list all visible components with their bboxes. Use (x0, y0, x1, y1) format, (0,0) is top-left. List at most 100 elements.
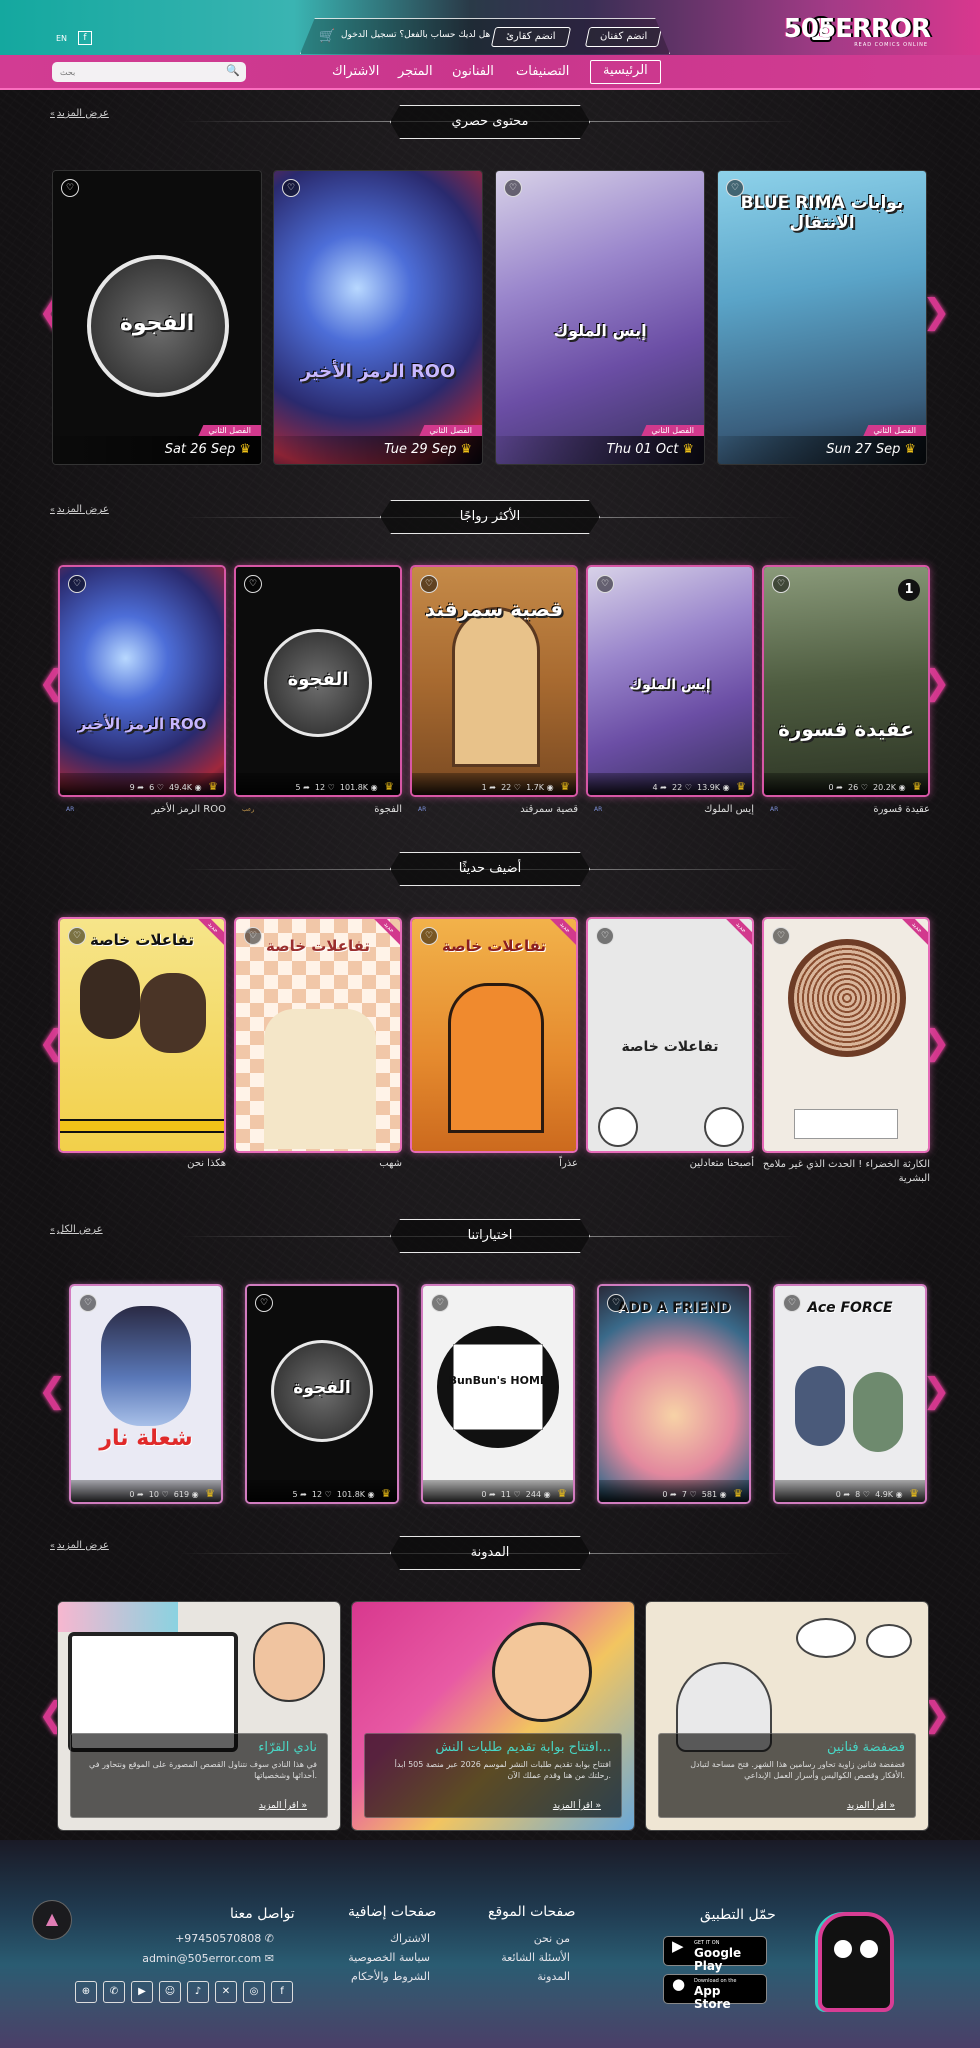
recent-card[interactable]: تفاعلات خاصة ♡ جديد (586, 917, 754, 1153)
nav-home[interactable]: الرئيسية (590, 60, 661, 84)
cart-icon[interactable]: 🛒 (319, 29, 335, 44)
search-icon[interactable]: 🔍 (226, 64, 240, 77)
facebook-icon[interactable]: f (78, 31, 92, 45)
more-link-picks[interactable]: «عرض الكل (50, 1224, 103, 1235)
website-icon[interactable]: ⊕ (75, 1981, 97, 2003)
heart-icon[interactable]: ♡ (68, 575, 86, 593)
heart-icon[interactable]: ♡ (607, 1294, 625, 1312)
card-title[interactable]: الرمز الأخير ROO (58, 804, 226, 815)
heart-icon[interactable]: ♡ (255, 1294, 273, 1312)
heart-icon[interactable]: ♡ (504, 179, 522, 197)
whatsapp-icon[interactable]: ✆ (103, 1981, 125, 2003)
heart-icon[interactable]: ♡ (420, 575, 438, 593)
recent-card[interactable]: ♡ جديد (762, 917, 930, 1153)
heart-icon[interactable]: ♡ (282, 179, 300, 197)
card-title[interactable]: الفجوة (234, 804, 402, 815)
tiktok-icon[interactable]: ♪ (187, 1981, 209, 2003)
blog-overlay: افتتاح بوابة تقديم طلبات النش... افتتاح … (364, 1733, 622, 1818)
card-title[interactable]: عذراً (410, 1158, 578, 1169)
exclusive-card[interactable]: إيس الملوك ♡ الفصل الثاني Thu 01 Oct ♛ (495, 170, 705, 465)
heart-icon[interactable]: ♡ (431, 1294, 449, 1312)
heart-icon[interactable]: ♡ (79, 1294, 97, 1312)
blog-title: نادي القرّاء (258, 1740, 317, 1755)
pick-card[interactable]: الفجوة ♡ 5 ➦ 12 ♡ 101.8K ◉ ♛ (245, 1284, 399, 1504)
card-title[interactable]: أصبحنا متعادلين (586, 1158, 754, 1169)
footer-link-blog[interactable]: المدونة (500, 1970, 570, 1983)
popular-card[interactable]: الرمز الأخير ROO ♡ 9 ➦ 6 ♡ 49.4K ◉ ♛ (58, 565, 226, 797)
heart-icon[interactable]: ♡ (420, 927, 438, 945)
crown-icon: ♛ (733, 1487, 743, 1500)
scroll-top-button[interactable]: ▲ (32, 1900, 72, 1940)
pick-card[interactable]: شعلة نار ♡ 0 ➦ 10 ♡ 619 ◉ ♛ (69, 1284, 223, 1504)
snapchat-icon[interactable]: ☺ (159, 1981, 181, 2003)
login-link[interactable]: هل لديك حساب بالفعل؟ تسجيل الدخول (341, 30, 490, 40)
read-more-link[interactable]: اقرأ المزيد » (847, 1801, 905, 1811)
x-twitter-icon[interactable]: ✕ (215, 1981, 237, 2003)
search-input[interactable] (52, 62, 246, 82)
nav-categories[interactable]: التصنيفات (516, 64, 569, 79)
language-toggle[interactable]: EN (56, 34, 67, 43)
recent-card[interactable]: تفاعلات خاصة ♡ جديد (410, 917, 578, 1153)
pick-card[interactable]: Ace FORCE ♡ 0 ➦ 8 ♡ 4.9K ◉ ♛ (773, 1284, 927, 1504)
more-link-blog[interactable]: «عرض المزيد (50, 1540, 109, 1551)
footer-link-subscription[interactable]: الاشتراك (340, 1932, 430, 1945)
read-more-link[interactable]: اقرأ المزيد » (259, 1801, 317, 1811)
heart-icon[interactable]: ♡ (772, 927, 790, 945)
heart-icon[interactable]: ♡ (783, 1294, 801, 1312)
read-more-link[interactable]: اقرأ المزيد » (553, 1801, 611, 1811)
footer-logo[interactable] (818, 1912, 894, 2012)
heart-icon[interactable]: ♡ (68, 927, 86, 945)
recent-card[interactable]: تفاعلات خاصة ♡ جديد (234, 917, 402, 1153)
instagram-icon[interactable]: ◎ (243, 1981, 265, 2003)
cover-title: ADD A FRIEND (617, 1300, 731, 1316)
exclusive-card[interactable]: BLUE RIMA بوابات الانتقال ♡ الفصل الثاني… (717, 170, 927, 465)
heart-icon[interactable]: ♡ (244, 575, 262, 593)
blog-card[interactable]: فضفضة فنانين فضفضة فنانين زاوية تحاور رس… (645, 1601, 929, 1831)
pick-card[interactable]: BunBun's HOME ♡ 0 ➦ 11 ♡ 244 ◉ ♛ (421, 1284, 575, 1504)
heart-icon[interactable]: ♡ (244, 927, 262, 945)
card-title[interactable]: إيس الملوك (586, 804, 754, 815)
join-artist-button[interactable]: انضم كفنان (584, 27, 663, 47)
more-link-exclusive[interactable]: «عرض المزيد (50, 108, 109, 119)
footer-phone[interactable]: +97450570808 ✆ (150, 1932, 274, 1945)
popular-card[interactable]: إيس الملوك ♡ 4 ➦ 22 ♡ 13.9K ◉ ♛ (586, 565, 754, 797)
blog-card[interactable]: نادي القرّاء في هذا النادي سوف نتناول ال… (57, 1601, 341, 1831)
card-title[interactable]: قصية سمرقند (410, 804, 578, 815)
nav-artists[interactable]: الفنانون (452, 64, 494, 79)
site-logo[interactable]: 505ERROR READ COMICS ONLINE (784, 12, 931, 50)
heart-icon[interactable]: ♡ (596, 575, 614, 593)
join-reader-button[interactable]: انضم كقارئ (490, 27, 571, 47)
card-title[interactable]: هكذا نحن (58, 1158, 226, 1169)
footer-link-about[interactable]: من نحن (500, 1932, 570, 1945)
recent-card[interactable]: تفاعلات خاصة ♡ جديد (58, 917, 226, 1153)
heart-icon[interactable]: ♡ (772, 575, 790, 593)
exclusive-card[interactable]: الفجوة ♡ الفصل الثاني Sat 26 Sep ♛ (52, 170, 262, 465)
popular-card[interactable]: قصية سمرقند ♡ 1 ➦ 22 ♡ 1.7K ◉ ♛ (410, 565, 578, 797)
more-link-popular[interactable]: «عرض المزيد (50, 504, 109, 515)
footer-link-faq[interactable]: الأسئلة الشائعة (480, 1951, 570, 1964)
card-title[interactable]: الكارثة الخضراء ! الحدث الذي غير ملامح ا… (762, 1158, 930, 1186)
exclusive-card[interactable]: الرمز الأخير ROO ♡ الفصل الثاني Tue 29 S… (273, 170, 483, 465)
card-title[interactable]: شهب (234, 1158, 402, 1169)
app-store-badge[interactable]: ● Download on the App Store (663, 1974, 767, 2011)
nav-subscription[interactable]: الاشتراك (332, 64, 379, 79)
popular-card[interactable]: 1 عقيدة قسورة ♡ 0 ➦ 26 ♡ 20.2K ◉ ♛ (762, 565, 930, 797)
prev-arrow-icon[interactable]: ❮ (38, 1374, 67, 1408)
popular-card[interactable]: الفجوة ♡ 5 ➦ 12 ♡ 101.8K ◉ ♛ (234, 565, 402, 797)
card-title[interactable]: عقيدة قسورة (762, 804, 930, 815)
footer-link-privacy[interactable]: سياسة الخصوصية (320, 1951, 430, 1964)
pick-card[interactable]: ADD A FRIEND ♡ 0 ➦ 7 ♡ 581 ◉ ♛ (597, 1284, 751, 1504)
heart-icon[interactable]: ♡ (596, 927, 614, 945)
crown-icon: ♛ (557, 1487, 567, 1500)
cover-image (764, 919, 928, 1151)
nav-store[interactable]: المتجر (398, 64, 433, 79)
youtube-icon[interactable]: ▶ (131, 1981, 153, 2003)
card-tag: AR (594, 806, 603, 813)
blog-card[interactable]: افتتاح بوابة تقديم طلبات النش... افتتاح … (351, 1601, 635, 1831)
heart-icon[interactable]: ♡ (61, 179, 79, 197)
google-play-badge[interactable]: ▶ GET IT ON Google Play (663, 1936, 767, 1973)
footer-email[interactable]: admin@505error.com ✉ (130, 1952, 274, 1965)
footer-link-terms[interactable]: الشروط والأحكام (320, 1970, 430, 1983)
heart-icon[interactable]: ♡ (726, 179, 744, 197)
facebook-icon[interactable]: f (271, 1981, 293, 2003)
